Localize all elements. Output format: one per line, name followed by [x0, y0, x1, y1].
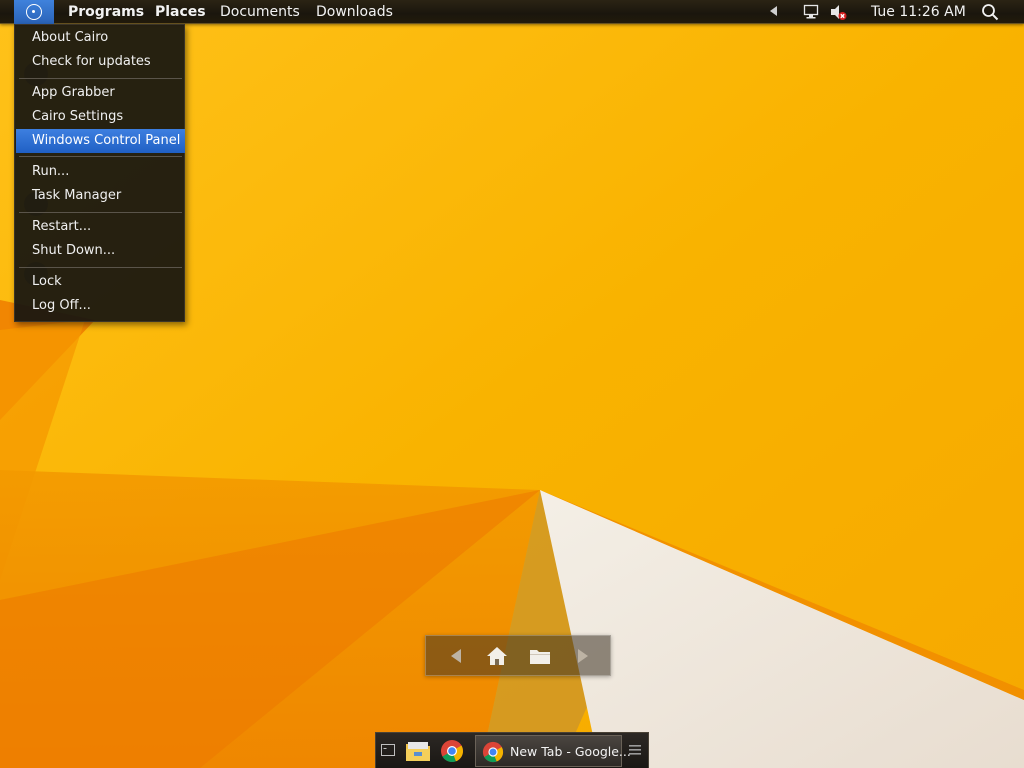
clock[interactable]: Tue 11:26 AM: [871, 4, 966, 20]
taskbar-task-chrome[interactable]: New Tab - Google...: [475, 735, 631, 767]
menu-programs[interactable]: Programs: [68, 4, 144, 22]
cairo-menu-dropdown: About Cairo Check for updates App Grabbe…: [14, 24, 185, 322]
cairo-logo-icon: [26, 4, 42, 20]
menu-item-about-cairo[interactable]: About Cairo: [16, 26, 185, 50]
tray-expand-icon[interactable]: [770, 6, 777, 16]
home-icon[interactable]: [486, 646, 508, 666]
chrome-icon: [482, 741, 504, 763]
menu-downloads[interactable]: Downloads: [316, 4, 393, 22]
menu-item-lock[interactable]: Lock: [16, 270, 185, 294]
cairo-menu-button[interactable]: [14, 0, 54, 24]
menu-separator: [19, 212, 182, 213]
top-menu-bar: Programs Places Documents Downloads Tue …: [0, 0, 1024, 24]
volume-muted-icon[interactable]: [829, 3, 847, 21]
forward-arrow-icon[interactable]: [571, 646, 593, 666]
desktop-navigation-widget: [425, 635, 611, 676]
menu-item-task-manager[interactable]: Task Manager: [16, 184, 185, 208]
menu-item-windows-control-panel[interactable]: Windows Control Panel: [16, 129, 185, 153]
file-explorer-icon[interactable]: [405, 740, 431, 762]
menu-item-log-off[interactable]: Log Off...: [16, 294, 185, 318]
menu-separator: [19, 267, 182, 268]
menu-item-cairo-settings[interactable]: Cairo Settings: [16, 105, 185, 129]
menu-item-run[interactable]: Run...: [16, 160, 185, 184]
taskbar-menu-icon[interactable]: [628, 744, 642, 756]
menu-documents[interactable]: Documents: [220, 4, 300, 22]
menu-separator: [19, 156, 182, 157]
network-icon[interactable]: [803, 4, 819, 20]
taskbar-task-label: New Tab - Google...: [510, 744, 631, 759]
chrome-icon[interactable]: [440, 739, 464, 763]
menu-places[interactable]: Places: [155, 4, 206, 22]
taskbar: New Tab - Google...: [375, 732, 649, 768]
folder-icon[interactable]: [529, 646, 551, 666]
menu-item-check-updates[interactable]: Check for updates: [16, 50, 185, 74]
menu-item-shut-down[interactable]: Shut Down...: [16, 239, 185, 263]
search-icon[interactable]: [981, 3, 999, 21]
back-arrow-icon[interactable]: [446, 646, 468, 666]
menu-item-app-grabber[interactable]: App Grabber: [16, 81, 185, 105]
desktop-toggle-icon[interactable]: [380, 742, 396, 758]
menu-item-restart[interactable]: Restart...: [16, 215, 185, 239]
menu-separator: [19, 78, 182, 79]
